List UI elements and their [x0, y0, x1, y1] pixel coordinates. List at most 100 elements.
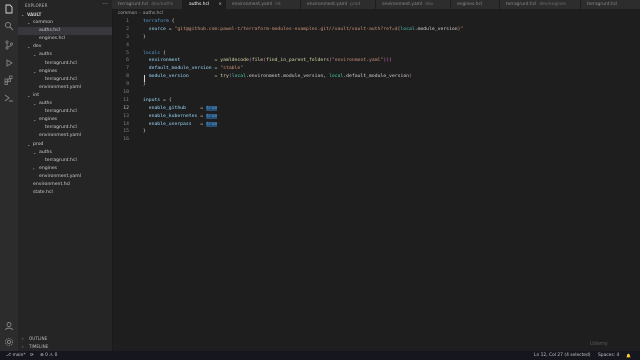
code-token: {: [163, 50, 166, 56]
tree-item[interactable]: ⌄ prod: [18, 141, 112, 149]
code-line[interactable]: 5 locals {: [112, 50, 640, 58]
tree-item[interactable]: environment.yaml: [18, 173, 112, 181]
chevron-right-icon: ›: [22, 344, 24, 349]
tree-item[interactable]: ⌄ int: [18, 92, 112, 100]
close-icon[interactable]: ×: [218, 0, 222, 9]
tree-item[interactable]: auths.hcl: [18, 27, 112, 36]
editor-tab[interactable]: terragrunt.hcl: [581, 0, 640, 9]
tree-item[interactable]: state.hcl: [18, 189, 112, 197]
code-line[interactable]: 4: [112, 42, 640, 50]
code-line[interactable]: 9}: [112, 81, 640, 89]
line-number: 14: [123, 121, 129, 127]
code-token: = {: [163, 97, 172, 103]
tab-label: terragrunt.hcl dev/engines: [506, 0, 566, 9]
code-line[interactable]: 7 default_module_version = "stable": [112, 65, 640, 73]
editor-tab[interactable]: auths.hcl ×: [183, 0, 226, 9]
text-cursor: [144, 75, 145, 82]
source-control-icon[interactable]: [4, 40, 14, 50]
tree-item[interactable]: terragrunt.hcl: [18, 108, 112, 116]
cursor-position[interactable]: Ln 12, Col 27 (4 selected): [534, 351, 591, 360]
code-text: default_module_version = "stable": [143, 65, 243, 73]
code-line[interactable]: 16: [112, 136, 640, 144]
code-line[interactable]: 8 module_version = try(local.environment…: [112, 73, 640, 81]
tree-item[interactable]: ⌄ engines: [18, 68, 112, 76]
tree-item-label: terragrunt.hcl: [45, 125, 77, 131]
code-line[interactable]: 15}: [112, 128, 640, 136]
tree-item[interactable]: ⌄ auths: [18, 149, 112, 157]
code-text: terraform {: [143, 18, 174, 26]
tree-item-label: terragrunt.hcl: [45, 60, 77, 66]
account-icon[interactable]: [4, 321, 14, 331]
tree-item[interactable]: ⌄ auths: [18, 51, 112, 59]
tab-path: dev/engines: [539, 2, 567, 7]
timeline-section[interactable]: › TIMELINE: [18, 343, 112, 351]
tree-item[interactable]: terragrunt.hcl: [18, 76, 112, 84]
editor-tab[interactable]: environment.yaml int: [226, 0, 301, 9]
code-editor[interactable]: 1 terraform {2 source = "git@github.com:p…: [112, 18, 640, 351]
breadcrumb-folder[interactable]: common: [118, 11, 137, 16]
editor-tab[interactable]: environment.yaml prod: [301, 0, 376, 9]
code-token: try: [220, 74, 229, 80]
tree-item[interactable]: engines.hcl: [18, 35, 112, 43]
code-token: module_version: [143, 74, 215, 80]
problems-indicator[interactable]: ⊗ 0 ⚠ 0: [40, 351, 57, 360]
tree-item-label: terragrunt.hcl: [45, 76, 77, 82]
code-text: enable_github = true: [143, 105, 218, 113]
code-line[interactable]: 13 enable_kubernetes = true: [112, 113, 640, 121]
tree-item[interactable]: ⌄ auths: [18, 100, 112, 108]
more-actions-icon[interactable]: ···: [102, 1, 108, 8]
remote-explorer-icon[interactable]: [4, 93, 14, 103]
tree-item[interactable]: terragrunt.hcl: [18, 60, 112, 68]
tree-item[interactable]: ⌄ engines: [18, 116, 112, 124]
code-line[interactable]: 3}: [112, 34, 640, 42]
tree-item[interactable]: terragrunt.hcl: [18, 157, 112, 165]
explorer-title: EXPLORER: [25, 3, 48, 8]
indentation-indicator[interactable]: Spaces: 4: [598, 351, 619, 360]
line-number: 1: [126, 19, 129, 24]
run-debug-icon[interactable]: [4, 58, 14, 68]
editor-tab[interactable]: terragrunt.hcl dev/auths: [112, 0, 183, 9]
tree-item[interactable]: environment.hcl: [18, 181, 112, 189]
code-text: }: [143, 81, 146, 89]
editor-tab[interactable]: environment.yaml dev: [376, 0, 451, 9]
tab-label: environment.yaml dev: [382, 0, 433, 9]
code-line[interactable]: 6 environment = yamldecode(file(find_in_…: [112, 57, 640, 65]
code-line[interactable]: 1 terraform {: [112, 18, 640, 26]
extensions-icon[interactable]: [4, 75, 14, 85]
editor-tab[interactable]: terragrunt.hcl dev/engines: [500, 0, 581, 9]
tree-item[interactable]: terragrunt.hcl: [18, 124, 112, 132]
code-line[interactable]: 14 enable_userpass = true: [112, 121, 640, 129]
code-line[interactable]: 12 enable_github = true: [112, 105, 640, 113]
tree-item[interactable]: ⌄ VAULT: [18, 11, 112, 19]
tree-item[interactable]: ⌄ dev: [18, 43, 112, 51]
code-token: local: [231, 74, 247, 80]
code-text: module_version = try(local.environment.m…: [143, 73, 412, 81]
line-number: 2: [126, 26, 129, 32]
tree-item[interactable]: environment.yaml: [18, 132, 112, 140]
notifications-bell-icon[interactable]: 🔔: [626, 351, 631, 360]
code-line[interactable]: 10: [112, 89, 640, 97]
sync-icon[interactable]: ⟳: [30, 351, 34, 360]
files-icon[interactable]: [4, 4, 14, 14]
tree-item[interactable]: environment.yaml: [18, 84, 112, 92]
tree-item-label: auths: [39, 101, 52, 107]
tree-item[interactable]: ⌄ common: [18, 19, 112, 27]
breadcrumb: common › auths.hcl: [118, 11, 163, 16]
code-line[interactable]: 2 source = "git@github.com:pawel-t/terra…: [112, 26, 640, 34]
code-text: source = "git@github.com:pawel-t/terrafo…: [143, 26, 464, 34]
editor-tab[interactable]: engines.hcl: [451, 0, 500, 9]
breadcrumb-separator: ›: [139, 11, 141, 16]
settings-gear-icon[interactable]: [4, 337, 14, 347]
code-token: enable_kubernetes: [143, 113, 201, 119]
outline-section[interactable]: › OUTLINE: [18, 335, 112, 343]
tree-item-label: auths.hcl: [39, 28, 61, 34]
code-token: }: [143, 129, 146, 135]
code-line[interactable]: 11 inputs = {: [112, 97, 640, 105]
tree-item[interactable]: › engines: [18, 165, 112, 173]
tab-filename: terragrunt.hcl: [506, 2, 537, 7]
line-number: 15: [123, 129, 129, 135]
breadcrumb-file[interactable]: auths.hcl: [143, 11, 163, 16]
search-icon[interactable]: [4, 21, 14, 31]
branch-indicator[interactable]: ⎇ main*: [6, 351, 26, 360]
tab-filename: engines.hcl: [457, 2, 483, 7]
